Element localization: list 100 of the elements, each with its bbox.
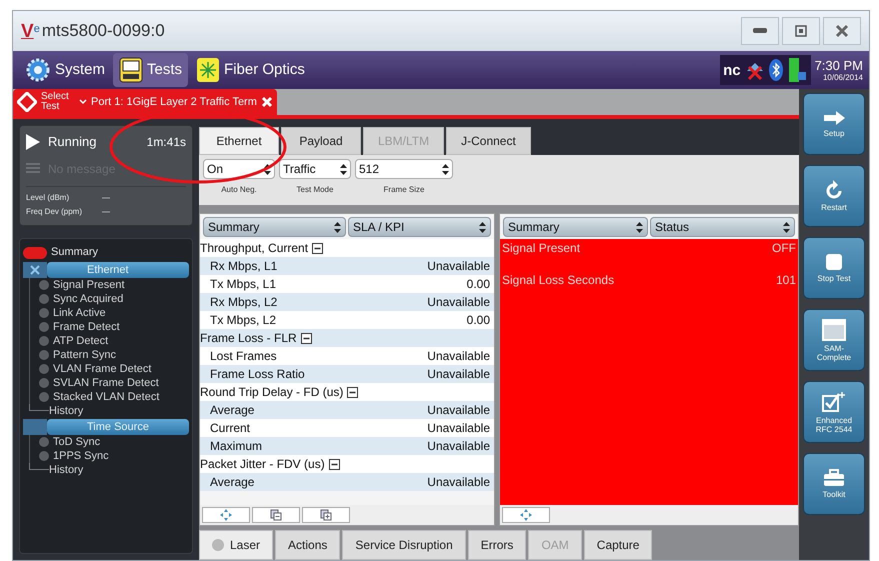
checkbox-plus-icon: [822, 390, 846, 412]
window-icon: [822, 318, 846, 340]
reading-label: Level (dBm): [26, 192, 70, 204]
setting-dropdown[interactable]: Traffic: [279, 159, 351, 179]
stop-icon: [825, 253, 843, 271]
metric-value: Unavailable: [427, 402, 490, 419]
tree-item[interactable]: Signal Present: [53, 278, 125, 292]
test-tab[interactable]: Select Test Port 1: 1GigE Layer 2 Traffic Term: [13, 89, 277, 115]
settings-tab[interactable]: Payload: [281, 127, 361, 155]
pages-plus-icon: [320, 509, 332, 521]
action-button[interactable]: Enhanced RFC 2544: [803, 381, 865, 443]
tree-item[interactable]: Sync Acquired: [53, 292, 124, 306]
tree-item[interactable]: Summary: [51, 244, 98, 261]
metric-label: Rx Mbps, L2: [210, 294, 278, 311]
section-heading: Frame Loss - FLR: [200, 330, 297, 347]
tree-item[interactable]: Frame Detect: [53, 320, 120, 334]
tree-item[interactable]: History: [49, 462, 84, 476]
network-label: nc: [723, 62, 741, 78]
tree-item[interactable]: VLAN Frame Detect: [53, 362, 152, 376]
move-icon: [520, 509, 532, 521]
section-heading: Round Trip Delay - FD (us): [200, 384, 344, 401]
maximize-button[interactable]: [782, 17, 820, 45]
collapse-icon[interactable]: [23, 262, 47, 278]
menu-tab[interactable]: Fiber Optics: [190, 53, 311, 87]
status-label: Signal Loss Seconds: [502, 272, 614, 289]
laser-led: [212, 539, 224, 551]
spinner-arrows-icon: [442, 164, 449, 174]
bottom-tab[interactable]: Laser: [199, 530, 274, 560]
minimize-icon: [753, 28, 767, 34]
move-icon: [220, 509, 232, 521]
settings-tab[interactable]: Ethernet: [199, 127, 279, 155]
tree-item[interactable]: Stacked VLAN Detect: [53, 390, 160, 404]
pages-minus-icon: [270, 509, 282, 521]
metric-value: Unavailable: [427, 294, 490, 311]
setting-label: Auto Neg.: [221, 184, 257, 196]
tree-item[interactable]: ATP Detect: [53, 334, 108, 348]
starburst-icon: [196, 57, 220, 83]
action-button[interactable]: Toolkit: [803, 453, 865, 515]
collapse-all-button[interactable]: [252, 507, 300, 523]
tree-item[interactable]: SVLAN Frame Detect: [53, 376, 159, 390]
arrow-right-icon: [822, 110, 846, 126]
message-list-icon: [26, 162, 40, 174]
section-heading: Packet Jitter - FDV (us): [200, 456, 325, 473]
bottom-tab[interactable]: Errors: [468, 530, 526, 560]
metric-label: Current: [210, 420, 250, 437]
settings-tab[interactable]: J-Connect: [446, 127, 531, 155]
gear-icon: [25, 57, 51, 83]
tree-item[interactable]: 1PPS Sync: [53, 448, 109, 462]
metric-label: Tx Mbps, L1: [210, 276, 276, 293]
bottom-tab[interactable]: Service Disruption: [342, 530, 466, 560]
view-dropdown[interactable]: SLA / KPI: [348, 217, 491, 237]
collapse-icon[interactable]: [347, 386, 358, 398]
metric-label: Frame Loss Ratio: [210, 366, 305, 383]
view-dropdown[interactable]: Summary: [503, 217, 648, 237]
meter-icon: [119, 57, 144, 83]
action-button[interactable]: Restart: [803, 165, 865, 227]
action-button[interactable]: Setup: [803, 93, 865, 155]
tree-item[interactable]: Pattern Sync: [53, 348, 116, 362]
spinner-arrows-icon: [264, 164, 271, 174]
action-button[interactable]: SAM-Complete: [803, 309, 865, 371]
metric-value: 0.00: [466, 312, 490, 329]
metric-label: Lost Frames: [210, 348, 277, 365]
metric-label: Tx Mbps, L2: [210, 312, 276, 329]
minimize-button[interactable]: [741, 17, 779, 45]
close-button[interactable]: [823, 17, 861, 45]
metric-value: Unavailable: [427, 474, 490, 491]
metric-value: Unavailable: [427, 366, 490, 383]
setting-dropdown[interactable]: On: [203, 159, 275, 179]
bottom-tab[interactable]: Actions: [275, 530, 340, 560]
play-icon: [26, 134, 40, 150]
action-button[interactable]: Stop Test: [803, 237, 865, 299]
metric-value: Unavailable: [427, 348, 490, 365]
collapse-icon[interactable]: [328, 458, 340, 470]
status-value: OFF: [772, 240, 796, 257]
bottom-tab[interactable]: Capture: [584, 530, 652, 560]
spinner-arrows-icon: [334, 222, 341, 232]
window-title: mts5800-0099:0: [42, 20, 165, 42]
spinner-arrows-icon: [783, 222, 790, 232]
reading-value: —: [102, 206, 110, 218]
move-button[interactable]: [202, 507, 250, 523]
bluetooth-icon: [768, 59, 783, 81]
tree-item[interactable]: History: [49, 404, 84, 418]
view-dropdown[interactable]: Status: [650, 217, 795, 237]
collapse-icon[interactable]: [300, 332, 312, 344]
menu-tab[interactable]: Tests: [113, 53, 188, 87]
tree-item[interactable]: Link Active: [53, 306, 106, 320]
move-button[interactable]: [502, 507, 550, 523]
maximize-icon: [795, 25, 807, 37]
diamond-icon: [17, 92, 37, 112]
expand-all-button[interactable]: [302, 507, 350, 523]
tree-item[interactable]: ToD Sync: [53, 434, 100, 448]
select-test-label[interactable]: Select Test: [41, 92, 75, 112]
collapse-icon[interactable]: [312, 242, 324, 254]
close-icon[interactable]: [260, 96, 273, 108]
reading-label: Freq Dev (ppm): [26, 206, 84, 218]
close-icon: [835, 24, 849, 38]
view-dropdown[interactable]: Summary: [203, 217, 346, 237]
run-state: Running: [48, 133, 96, 151]
setting-dropdown[interactable]: 512: [355, 159, 453, 179]
menu-tab[interactable]: System: [19, 53, 112, 87]
